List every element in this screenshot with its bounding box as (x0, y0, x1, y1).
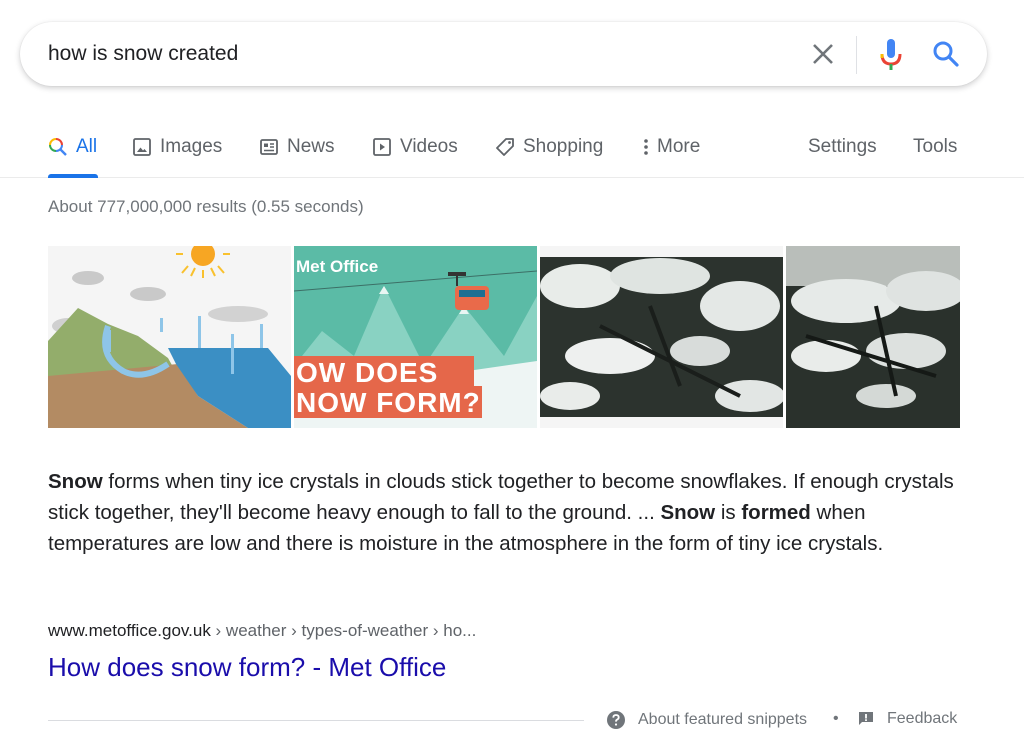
image-icon (133, 138, 151, 156)
settings-label: Settings (808, 136, 877, 157)
snowy-pine-photo-image (540, 246, 783, 428)
result-title-link[interactable]: How does snow form? - Met Office (48, 652, 446, 683)
about-featured-snippets-link[interactable]: About featured snippets (606, 710, 807, 730)
tab-more-label: More (657, 136, 701, 157)
search-input[interactable] (48, 38, 788, 70)
met-office-brand: Met Office (296, 257, 379, 276)
search-icon (933, 41, 959, 67)
result-breadcrumbs: › weather › types-of-weather › ho... (210, 621, 477, 640)
close-icon (813, 44, 833, 64)
result-stats: About 777,000,000 results (0.55 seconds) (48, 197, 364, 216)
tab-shopping[interactable]: Shopping (495, 132, 603, 162)
result-url: www.metoffice.gov.uk › weather › types-o… (48, 621, 476, 641)
snippet-text-2: is (715, 501, 742, 524)
tools-label: Tools (913, 136, 958, 157)
tab-all-label: All (76, 136, 98, 157)
tools-link[interactable]: Tools (913, 132, 957, 162)
image-caption-line2: NOW FORM? (296, 387, 481, 418)
newspaper-icon (260, 139, 278, 155)
image-result-water-cycle[interactable] (48, 246, 291, 428)
tab-news[interactable]: News (259, 132, 335, 162)
active-tab-indicator (48, 174, 98, 178)
water-cycle-diagram-image (48, 246, 291, 428)
snippet-bold-3: formed (741, 501, 811, 524)
microphone-icon (880, 39, 902, 70)
tag-icon (496, 138, 514, 156)
play-icon (373, 138, 391, 156)
snippet-bold-1: Snow (48, 470, 103, 493)
help-circle-icon (607, 711, 625, 729)
image-result-met-office[interactable]: Met Office OW DOES NOW FORM? (294, 246, 537, 428)
tab-images-label: Images (160, 136, 223, 157)
search-button[interactable] (930, 38, 962, 70)
about-featured-snippets-label: About featured snippets (638, 711, 808, 728)
image-result-snow-pine-2[interactable] (786, 246, 960, 428)
search-bar (20, 22, 987, 86)
tab-videos-label: Videos (400, 136, 458, 157)
image-caption-line1: OW DOES (296, 357, 439, 388)
result-domain: www.metoffice.gov.uk (48, 621, 211, 640)
snowy-fir-photo-image (786, 246, 960, 428)
voice-search-button[interactable] (877, 36, 905, 74)
image-result-snow-pine-1[interactable] (540, 246, 783, 428)
tab-images[interactable]: Images (132, 132, 222, 162)
featured-snippet-text: Snow forms when tiny ice crystals in clo… (48, 466, 968, 559)
search-tabs: All Images News Videos Shopping More Set… (0, 118, 1024, 178)
search-multicolor-icon (49, 138, 67, 156)
tab-all[interactable]: All (48, 132, 97, 162)
tab-videos[interactable]: Videos (372, 132, 458, 162)
search-bar-divider (856, 36, 857, 74)
tab-shopping-label: Shopping (523, 136, 604, 157)
feedback-icon (859, 712, 873, 725)
tab-more[interactable]: More (640, 132, 700, 162)
snippet-bold-2: Snow (660, 501, 716, 524)
vertical-dots-icon (644, 139, 648, 155)
footer-separator: • (833, 710, 839, 727)
clear-search-button[interactable] (808, 39, 838, 69)
footer-divider (48, 720, 584, 721)
settings-link[interactable]: Settings (808, 132, 877, 162)
feedback-link[interactable]: Feedback (857, 710, 957, 728)
tab-news-label: News (287, 136, 335, 157)
feedback-label: Feedback (887, 710, 958, 727)
